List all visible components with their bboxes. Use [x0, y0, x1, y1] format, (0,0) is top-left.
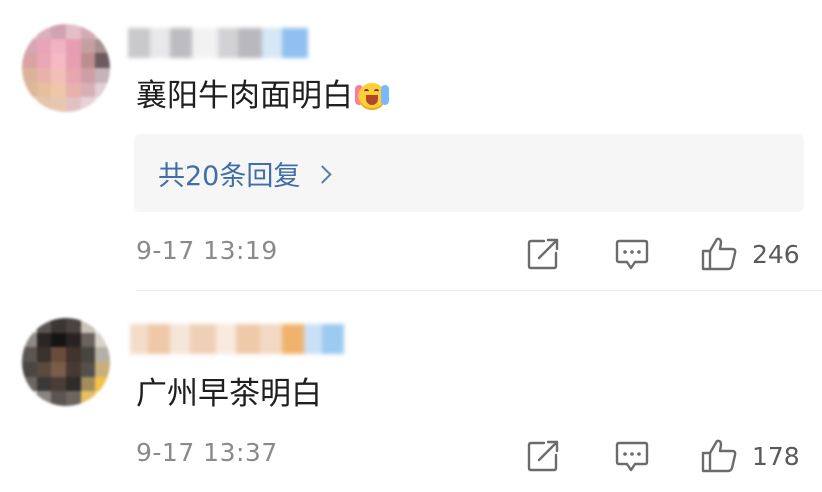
comment-text: 广州早茶明白 — [136, 374, 322, 414]
comment-actions: 178 — [0, 436, 822, 476]
comment-item: 广州早茶明白 9-17 13:37 178 — [0, 292, 822, 492]
share-button[interactable] — [526, 436, 560, 476]
like-button[interactable]: 246 — [700, 234, 800, 274]
username-blurred[interactable] — [128, 26, 308, 60]
avatar[interactable] — [22, 318, 110, 406]
thumbs-up-icon — [701, 439, 737, 473]
comment-icon — [615, 441, 649, 472]
share-button[interactable] — [526, 234, 560, 274]
share-icon — [527, 440, 559, 472]
divider — [136, 290, 822, 291]
username-blurred[interactable] — [130, 322, 344, 356]
comment-text-content: 襄阳牛肉面明白 — [136, 78, 353, 114]
like-count: 246 — [752, 239, 800, 269]
comment-item: 襄阳牛肉面明白 共20条回复 9-17 13:19 246 — [0, 0, 822, 291]
comment-icon — [615, 239, 649, 270]
avatar[interactable] — [22, 24, 110, 112]
like-count: 178 — [752, 441, 800, 471]
like-button[interactable]: 178 — [700, 436, 800, 476]
replies-label: 共20条回复 — [158, 160, 301, 192]
comment-actions: 246 — [0, 234, 822, 274]
chevron-right-icon — [313, 164, 333, 184]
share-icon — [527, 238, 559, 270]
comment-text: 襄阳牛肉面明白 — [136, 76, 389, 116]
cheering-face-emoji — [355, 81, 389, 111]
comment-text-content: 广州早茶明白 — [136, 376, 322, 412]
view-replies-button[interactable]: 共20条回复 — [134, 134, 804, 212]
comment-button[interactable] — [614, 234, 650, 274]
comment-button[interactable] — [614, 436, 650, 476]
thumbs-up-icon — [701, 237, 737, 271]
